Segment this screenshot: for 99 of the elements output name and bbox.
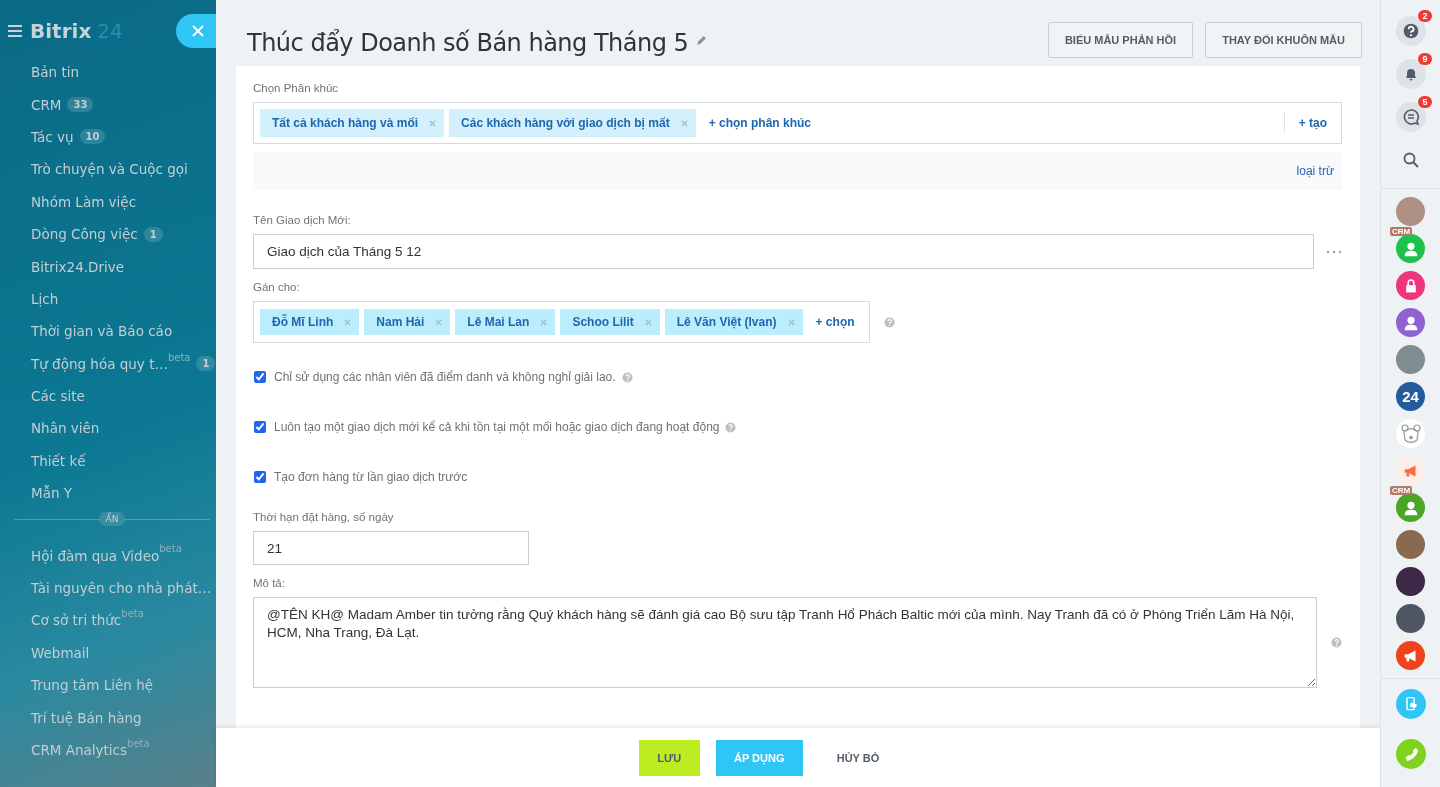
field-label: Thời hạn đặt hàng, số ngày: [253, 511, 395, 523]
tag[interactable]: Schoo Lilit: [560, 309, 660, 335]
field-label: Chọn Phân khúc: [253, 82, 340, 94]
menu-item[interactable]: Thiết kế: [31, 452, 86, 469]
person-avatar[interactable]: [1396, 308, 1425, 337]
header-button[interactable]: BIỂU MẪU PHẢN HỒI: [1047, 22, 1194, 58]
checkbox[interactable]: [254, 421, 266, 433]
field-label: Gán cho:: [253, 281, 301, 293]
menu-item[interactable]: Tài nguyên cho nhà phát…: [31, 580, 212, 597]
tag-label: Nam Hải: [376, 315, 425, 329]
phone-cloud-button[interactable]: [1395, 689, 1426, 719]
checkbox[interactable]: [254, 371, 266, 383]
remove-icon[interactable]: [644, 318, 652, 326]
menu-item[interactable]: Lịch: [31, 290, 59, 307]
tag[interactable]: Nam Hải: [364, 309, 451, 335]
menu-item[interactable]: Trò chuyện và Cuộc gọi: [31, 161, 188, 178]
tag[interactable]: Lê Mai Lan: [455, 309, 556, 335]
tag-label: Schoo Lilit: [572, 315, 634, 329]
menu-item[interactable]: Trí tuệ Bán hàng: [31, 709, 142, 726]
remove-icon[interactable]: [429, 119, 437, 127]
lock-avatar[interactable]: [1396, 271, 1425, 300]
photo-avatar[interactable]: [1396, 567, 1425, 596]
tag[interactable]: Tất cả khách hàng và mối: [260, 109, 445, 137]
menu-icon[interactable]: [8, 25, 22, 37]
menu-item[interactable]: Thời gian và Báo cáo: [31, 323, 173, 340]
pencil-icon[interactable]: [696, 34, 708, 46]
segment-selector[interactable]: Tất cả khách hàng và mối Các khách hàng với giao dịch bị mất + chọn phân khúc + tạo: [253, 102, 1342, 144]
close-button[interactable]: [176, 14, 216, 48]
notification-badge: 9: [1418, 53, 1432, 65]
save-button[interactable]: LƯU: [638, 739, 700, 776]
tag-label: Đỗ Mĩ Linh: [272, 315, 334, 329]
field-label: Tên Giao dịch Mới:: [253, 214, 352, 226]
counter-badge: 1: [143, 226, 163, 242]
beta-label: beta: [127, 737, 150, 749]
checkbox-label: Tạo đơn hàng từ lần giao dịch trước: [274, 470, 468, 484]
more-icon[interactable]: [1326, 249, 1342, 254]
days-field[interactable]: 21: [253, 531, 529, 565]
remove-icon[interactable]: [540, 318, 548, 326]
person-avatar[interactable]: [1396, 493, 1425, 522]
beta-label: beta: [167, 351, 191, 363]
cancel-button[interactable]: HỦY BỎ: [818, 739, 898, 776]
tag[interactable]: Đỗ Mĩ Linh: [260, 309, 360, 335]
menu-item[interactable]: Tác vụ: [31, 128, 74, 145]
assignee-selector[interactable]: Đỗ Mĩ Linh Nam Hải Lê Mai Lan Schoo Lilit Lê Văn Việt (Ivan) + chọn: [253, 301, 870, 343]
hidden-section-label[interactable]: ẨN: [98, 512, 126, 527]
checkbox-label: Luôn tạo một giao dịch mới kể cả khi tồn tại một mối hoặc giao dịch đang hoạt động: [274, 420, 720, 434]
deal-name-field[interactable]: Giao dịch của Tháng 5 12: [253, 234, 1315, 269]
header-button[interactable]: THAY ĐỔI KHUÔN MẪU: [1205, 22, 1362, 58]
menu-item[interactable]: Tự động hóa quy t…: [31, 355, 168, 372]
menu-item[interactable]: Nhân viên: [31, 420, 100, 437]
tag-label: Tất cả khách hàng và mối: [272, 116, 419, 130]
person-avatar[interactable]: [1396, 234, 1425, 263]
counter-badge: 1: [196, 356, 216, 372]
page-title: Thúc đẩy Doanh số Bán hàng Tháng 5: [247, 29, 689, 57]
menu-item[interactable]: Mẫn Y: [31, 485, 72, 502]
counter-badge: 10: [79, 129, 106, 145]
exclude-link[interactable]: loại trừ: [1288, 164, 1342, 178]
checkbox-label: Chỉ sử dụng các nhân viên đã điểm danh và không nghỉ giải lao.: [274, 370, 616, 384]
tag-label: Các khách hàng với giao dịch bị mất: [461, 116, 670, 130]
beta-label: beta: [159, 543, 182, 555]
crm-tag: CRM: [1390, 486, 1413, 495]
checkbox[interactable]: [254, 471, 266, 483]
menu-item[interactable]: Webmail: [31, 644, 90, 661]
menu-item[interactable]: Bản tin: [31, 64, 79, 81]
add-assignee-link[interactable]: + chọn: [807, 315, 863, 329]
menu-item[interactable]: Dòng Công việc: [31, 226, 138, 243]
notification-badge: 2: [1418, 10, 1432, 22]
close-icon: [192, 25, 204, 37]
phone-button[interactable]: [1395, 739, 1426, 769]
menu-item[interactable]: CRM Analytics: [31, 742, 128, 758]
remove-icon[interactable]: [787, 318, 795, 326]
add-segment-link[interactable]: + chọn phân khúc: [700, 116, 819, 130]
crm-tag: CRM: [1390, 227, 1413, 236]
menu-item[interactable]: Hội đàm qua Video: [31, 547, 160, 564]
tag[interactable]: Lê Văn Việt (Ivan): [664, 309, 803, 335]
menu-item[interactable]: CRM: [31, 96, 62, 113]
bear-avatar[interactable]: [1396, 419, 1425, 448]
description-field[interactable]: @TÊN KH@ Madam Amber tin tưởng rằng Quý khách hàng sẽ đánh giá cao Bộ sưu tập Tranh Hổ Phách Baltic mới của mình. Nay Tranh đã có ở Phòng Triển Lãm Hà Nội, HCM, Nha Trang, Đà Lạt.: [253, 597, 1317, 688]
counter-badge: 33: [67, 97, 94, 113]
apply-button[interactable]: ÁP DỤNG: [715, 739, 803, 776]
beta-label: beta: [121, 608, 144, 620]
menu-item[interactable]: Các site: [31, 388, 85, 405]
remove-icon[interactable]: [435, 318, 443, 326]
megaphone-avatar[interactable]: [1396, 641, 1425, 670]
avatar[interactable]: 24: [1396, 382, 1425, 411]
tag[interactable]: Các khách hàng với giao dịch bị mất: [449, 109, 696, 137]
notification-badge: 5: [1418, 96, 1432, 108]
photo-avatar[interactable]: [1396, 604, 1425, 633]
field-label: Mô tả:: [253, 577, 286, 589]
tag-label: Lê Mai Lan: [467, 315, 530, 329]
remove-icon[interactable]: [680, 119, 688, 127]
tag-label: Lê Văn Việt (Ivan): [676, 315, 777, 329]
remove-icon[interactable]: [344, 318, 352, 326]
menu-item[interactable]: Bitrix24.Drive: [31, 258, 125, 275]
create-link[interactable]: + tạo: [1290, 116, 1335, 130]
menu-item[interactable]: Nhóm Làm việc: [31, 193, 137, 210]
menu-item[interactable]: Cơ sở tri thức: [31, 612, 122, 629]
menu-item[interactable]: Trung tâm Liên hệ: [31, 677, 154, 694]
megaphone-avatar[interactable]: [1396, 456, 1425, 485]
